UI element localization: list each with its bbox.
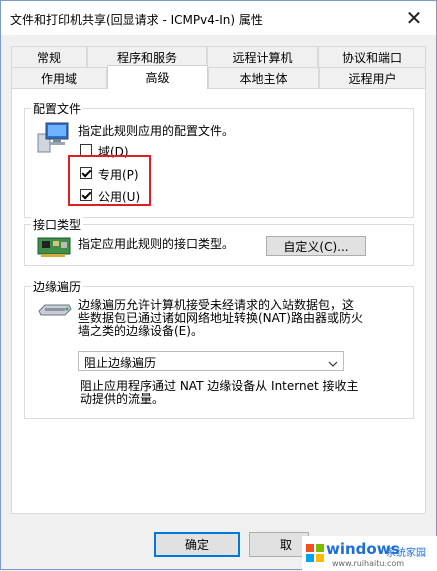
tab-local-principals[interactable]: 本地主体 (208, 67, 319, 88)
cancel-button[interactable]: 取 (249, 532, 309, 557)
edge-device-icon (37, 299, 73, 322)
interface-group-label: 接口类型 (31, 216, 84, 233)
edge-traversal-select[interactable]: 阻止边缘遍历 (78, 351, 344, 371)
highlight-box (68, 155, 151, 206)
selected-option: 阻止边缘遍历 (84, 356, 157, 370)
watermark-url: www.ruihaitu.com (332, 559, 405, 568)
profiles-icon (37, 120, 71, 157)
tab-remote-computers[interactable]: 远程计算机 (207, 46, 318, 67)
tab-remote-users[interactable]: 远程用户 (319, 67, 426, 88)
edge-description-line-3: 墙之类的边缘设备(E)。 (78, 324, 203, 338)
tab-general[interactable]: 常规 (11, 46, 87, 67)
tab-label: 程序和服务 (116, 50, 177, 65)
ok-button[interactable]: 确定 (154, 532, 240, 557)
interface-description: 指定应用此规则的接口类型。 (78, 237, 235, 251)
option-description-line-2: 动提供的流量。 (80, 392, 165, 406)
customize-button[interactable]: 自定义(C)... (266, 236, 366, 256)
tab-label: 作用域 (40, 71, 77, 86)
tab-label: 常规 (36, 50, 61, 65)
tab-advanced[interactable]: 高级 (107, 65, 208, 89)
tab-scope[interactable]: 作用域 (11, 67, 107, 88)
tab-label: 高级 (145, 71, 170, 85)
tab-label: 远程用户 (348, 71, 397, 86)
tab-programs-services[interactable]: 程序和服务 (87, 46, 207, 67)
profiles-description: 指定此规则应用的配置文件。 (78, 124, 235, 138)
properties-window: 文件和打印机共享(回显请求 - ICMPv4-In) 属性 ✕ 常规 程序和服务… (0, 0, 437, 571)
profiles-group-label: 配置文件 (31, 100, 84, 117)
window-title: 文件和打印机共享(回显请求 - ICMPv4-In) 属性 (10, 13, 263, 27)
tab-label: 远程计算机 (232, 50, 293, 65)
edge-group-label: 边缘遍历 (31, 278, 84, 295)
watermark: windows 系统家园 www.ruihaitu.com (302, 536, 437, 571)
close-button[interactable]: ✕ (392, 1, 436, 35)
watermark-suffix: 系统家园 (386, 548, 426, 559)
network-card-icon (37, 236, 73, 263)
tab-protocols-ports[interactable]: 协议和端口 (318, 46, 426, 67)
tab-label: 本地主体 (239, 71, 288, 86)
chevron-down-icon (328, 357, 338, 371)
tab-panel-advanced: 配置文件 指定此规则应用的配置文件。 域(D) 专用(P) 公用(U) 接口类型 (11, 88, 426, 514)
tab-label: 协议和端口 (341, 50, 402, 65)
windows-logo-icon (306, 544, 324, 565)
title-bar: 文件和打印机共享(回显请求 - ICMPv4-In) 属性 ✕ (1, 1, 436, 35)
